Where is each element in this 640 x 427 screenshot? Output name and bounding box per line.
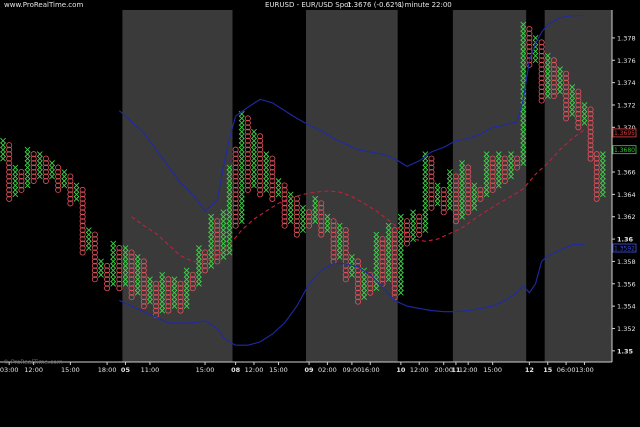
price-marker-label: 1.3695 [614, 130, 635, 137]
o-column [55, 164, 62, 193]
y-tick-label: 1.356 [617, 280, 636, 288]
o-column [153, 280, 160, 319]
x-tick-label: 05 [121, 366, 131, 374]
o-column [403, 218, 410, 247]
x-tick-label: 02:00 [318, 366, 337, 374]
session-bands [0, 10, 640, 362]
watermark: © ProRealTime.com [3, 359, 63, 366]
o-column [538, 39, 545, 104]
session-band [0, 10, 123, 362]
x-tick-label: 03:00 [0, 366, 19, 374]
o-column [165, 276, 172, 314]
x-tick-label: 15 [543, 366, 553, 374]
x-tick-label: 10 [396, 366, 406, 374]
price-marker-label: 1.3680 [614, 147, 635, 154]
x-tick-label: 13:00 [575, 366, 594, 374]
o-column [104, 262, 111, 292]
x-tick-label: 09 [305, 366, 315, 374]
o-column [489, 155, 496, 193]
chart-window: www.ProRealTime.com EURUSD - EUR/USD Spo… [0, 0, 640, 427]
session-band [306, 10, 398, 362]
y-tick-label: 1.376 [617, 57, 636, 65]
y-tick-label: 1.358 [617, 258, 636, 266]
y-tick-label: 1.366 [617, 169, 636, 177]
x-tick-label: 15:00 [61, 366, 80, 374]
session-band [452, 10, 527, 362]
x-tick-label: 16:00 [361, 366, 380, 374]
o-column [440, 186, 447, 216]
price-marker-label: 1.3592 [614, 245, 635, 252]
y-tick-label: 1.372 [617, 101, 636, 109]
x-tick-label: 15:00 [196, 366, 215, 374]
o-column [318, 200, 325, 238]
x-tick-label: 15:00 [269, 366, 288, 374]
x-tick-label: 15:00 [483, 366, 502, 374]
y-tick-label: 1.362 [617, 213, 636, 221]
o-column [501, 155, 508, 184]
x-tick-label: 09:00 [343, 366, 362, 374]
o-column [42, 155, 49, 184]
x-tick-label: 08 [231, 366, 241, 374]
x-tick-label: 12:00 [245, 366, 264, 374]
o-column [257, 133, 264, 198]
x-tick-label: 11:00 [141, 366, 160, 374]
y-tick-label: 1.364 [617, 191, 636, 199]
x-tick-label: 20:00 [434, 366, 453, 374]
x-tick-label: 12:00 [410, 366, 429, 374]
x-tick-label: 06:00 [557, 366, 576, 374]
y-tick-label: 1.36 [617, 236, 634, 244]
y-tick-label: 1.354 [617, 303, 636, 311]
x-tick-label: 12:00 [459, 366, 478, 374]
x-tick-label: 12:00 [24, 366, 43, 374]
y-tick-label: 1.374 [617, 79, 636, 87]
y-tick-label: 1.352 [617, 325, 636, 333]
y-tick-label: 1.378 [617, 34, 636, 42]
x-tick-label: 18:00 [98, 366, 117, 374]
point-figure-chart[interactable]: 1.35 1.352 1.354 1.356 1.358 1.36 1.362 1.364 1.… [0, 0, 640, 427]
y-tick-label: 1.35 [617, 347, 634, 355]
x-tick-label: 12 [525, 366, 534, 374]
